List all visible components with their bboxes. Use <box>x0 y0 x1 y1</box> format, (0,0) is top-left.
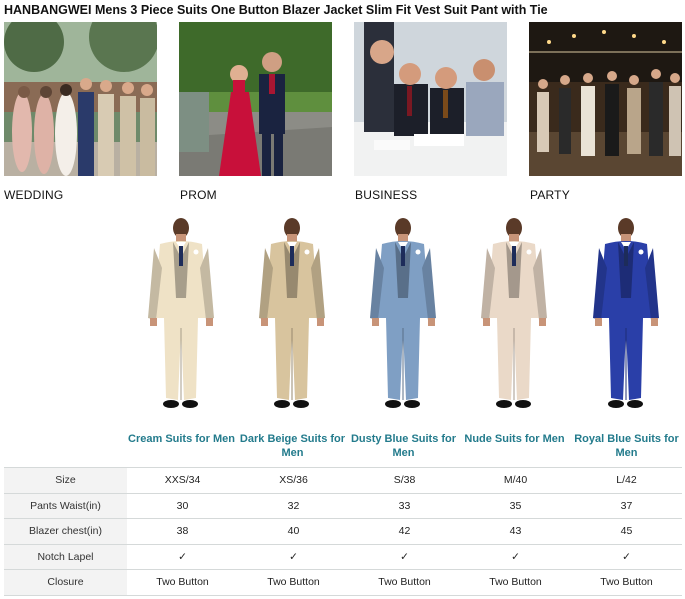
suit-image-dark-beige <box>237 218 348 428</box>
row-label: Notch Lapel <box>4 543 127 570</box>
prom-photo <box>179 22 332 176</box>
row-label: Closure <box>4 569 127 596</box>
table-cell: 37 <box>571 492 682 519</box>
party-photo <box>529 22 682 176</box>
table-row-size: Size XXS/34 XS/36 S/38 M/40 L/42 <box>4 467 682 494</box>
table-row-notch-lapel: Notch Lapel ✓ ✓ ✓ ✓ ✓ <box>4 543 682 570</box>
comparison-table: Size XXS/34 XS/36 S/38 M/40 L/42 Pants W… <box>4 467 682 596</box>
suit-link-nude[interactable]: Nude Suits for Men <box>459 432 570 446</box>
checkmark-icon: ✓ <box>238 543 349 570</box>
checkmark-icon: ✓ <box>127 543 238 570</box>
table-cell: S/38 <box>349 467 460 494</box>
wedding-photo <box>4 22 157 176</box>
suit-link-dark-beige[interactable]: Dark Beige Suits for Men <box>237 432 348 460</box>
table-cell: Two Button <box>238 569 349 596</box>
suit-link-dusty-blue[interactable]: Dusty Blue Suits for Men <box>348 432 459 460</box>
business-photo <box>354 22 507 176</box>
table-cell: 33 <box>349 492 460 519</box>
occasion-label-wedding: WEDDING <box>4 188 64 202</box>
table-cell: 40 <box>238 518 349 545</box>
suit-link-cream[interactable]: Cream Suits for Men <box>126 432 237 446</box>
checkmark-icon: ✓ <box>349 543 460 570</box>
occasion-label-business: BUSINESS <box>355 188 418 202</box>
row-label: Blazer chest(in) <box>4 518 127 545</box>
suit-image-cream <box>126 218 237 428</box>
page-title: HANBANGWEI Mens 3 Piece Suits One Button… <box>4 3 548 17</box>
table-row-pants-waist: Pants Waist(in) 30 32 33 35 37 <box>4 492 682 519</box>
table-cell: M/40 <box>460 467 571 494</box>
table-cell: 30 <box>127 492 238 519</box>
table-cell: 42 <box>349 518 460 545</box>
table-cell: 43 <box>460 518 571 545</box>
suit-image-nude <box>459 218 570 428</box>
occasion-label-party: PARTY <box>530 188 570 202</box>
table-cell: XXS/34 <box>127 467 238 494</box>
table-row-blazer-chest: Blazer chest(in) 38 40 42 43 45 <box>4 518 682 545</box>
table-cell: 45 <box>571 518 682 545</box>
table-cell: Two Button <box>460 569 571 596</box>
suit-image-dusty-blue <box>348 218 459 428</box>
table-cell: 32 <box>238 492 349 519</box>
table-cell: 38 <box>127 518 238 545</box>
table-cell: Two Button <box>349 569 460 596</box>
suit-image-royal-blue <box>571 218 682 428</box>
row-label: Size <box>4 467 127 494</box>
table-cell: Two Button <box>127 569 238 596</box>
table-cell: XS/36 <box>238 467 349 494</box>
row-label: Pants Waist(in) <box>4 492 127 519</box>
checkmark-icon: ✓ <box>571 543 682 570</box>
occasion-label-prom: PROM <box>180 188 217 202</box>
checkmark-icon: ✓ <box>460 543 571 570</box>
table-row-closure: Closure Two Button Two Button Two Button… <box>4 569 682 596</box>
table-cell: 35 <box>460 492 571 519</box>
suit-link-royal-blue[interactable]: Royal Blue Suits for Men <box>571 432 682 460</box>
table-cell: Two Button <box>571 569 682 596</box>
table-cell: L/42 <box>571 467 682 494</box>
